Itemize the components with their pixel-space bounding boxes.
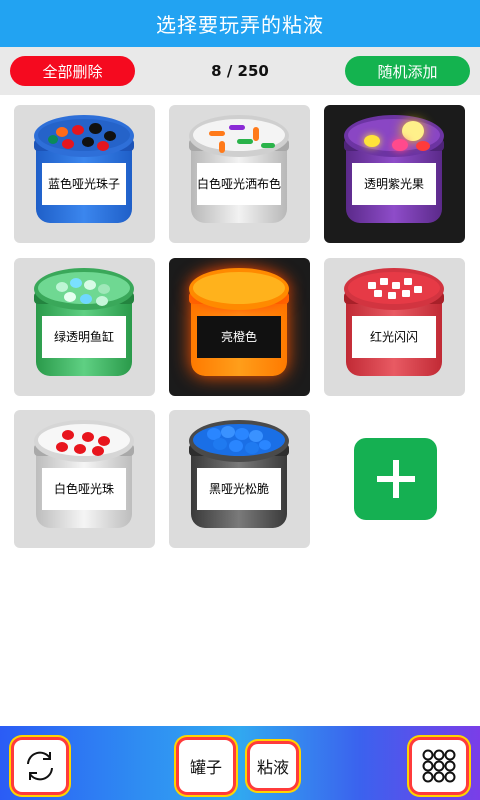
page-title: 选择要玩弄的粘液: [0, 0, 480, 47]
refresh-button[interactable]: [14, 740, 66, 792]
slime-jar-image: 绿透明鱼缸: [34, 268, 134, 380]
slime-label: 亮橙色: [197, 316, 281, 358]
slime-jar-image: 红光闪闪: [344, 268, 444, 380]
slime-card[interactable]: 蓝色哑光珠子: [14, 105, 155, 243]
slime-card[interactable]: 绿透明鱼缸: [14, 258, 155, 396]
slime-card[interactable]: 透明紫光果: [324, 105, 465, 243]
refresh-icon: [27, 751, 53, 781]
delete-all-button[interactable]: 全部删除: [10, 56, 135, 86]
slime-jar-image: 透明紫光果: [344, 115, 444, 227]
slime-label: 红光闪闪: [352, 316, 436, 358]
slime-jar-image: 黑哑光松脆: [189, 420, 289, 532]
slime-card[interactable]: 亮橙色: [169, 258, 310, 396]
slime-label: 白色哑光珠: [42, 468, 126, 510]
slime-label: 黑哑光松脆: [197, 468, 281, 510]
slime-card[interactable]: 白色哑光珠: [14, 410, 155, 548]
random-add-button[interactable]: 随机添加: [344, 56, 470, 86]
add-slime-button[interactable]: [354, 438, 437, 520]
slime-jar-image: 白色哑光洒布色: [189, 115, 289, 227]
menu-grid-button[interactable]: [412, 740, 466, 792]
slime-jar-image: 亮橙色: [189, 268, 289, 380]
slime-card[interactable]: 黑哑光松脆: [169, 410, 310, 548]
plus-icon: [376, 460, 415, 498]
slime-label: 透明紫光果: [352, 163, 436, 205]
slime-card[interactable]: 红光闪闪: [324, 258, 465, 396]
slime-counter: 8 / 250: [211, 62, 269, 80]
tab-slimes[interactable]: 粘液: [250, 744, 296, 788]
slime-jar-image: 蓝色哑光珠子: [34, 115, 134, 227]
slime-card[interactable]: 白色哑光洒布色: [169, 105, 310, 243]
slime-jar-image: 白色哑光珠: [34, 420, 134, 532]
grid-icon: [422, 749, 456, 783]
tab-jars[interactable]: 罐子: [179, 740, 233, 792]
slime-label: 蓝色哑光珠子: [42, 163, 126, 205]
action-bar: 全部删除 8 / 250 随机添加: [0, 47, 480, 95]
slime-label: 绿透明鱼缸: [42, 316, 126, 358]
bottom-bar: 罐子 粘液: [0, 726, 480, 800]
slime-label: 白色哑光洒布色: [197, 163, 281, 205]
